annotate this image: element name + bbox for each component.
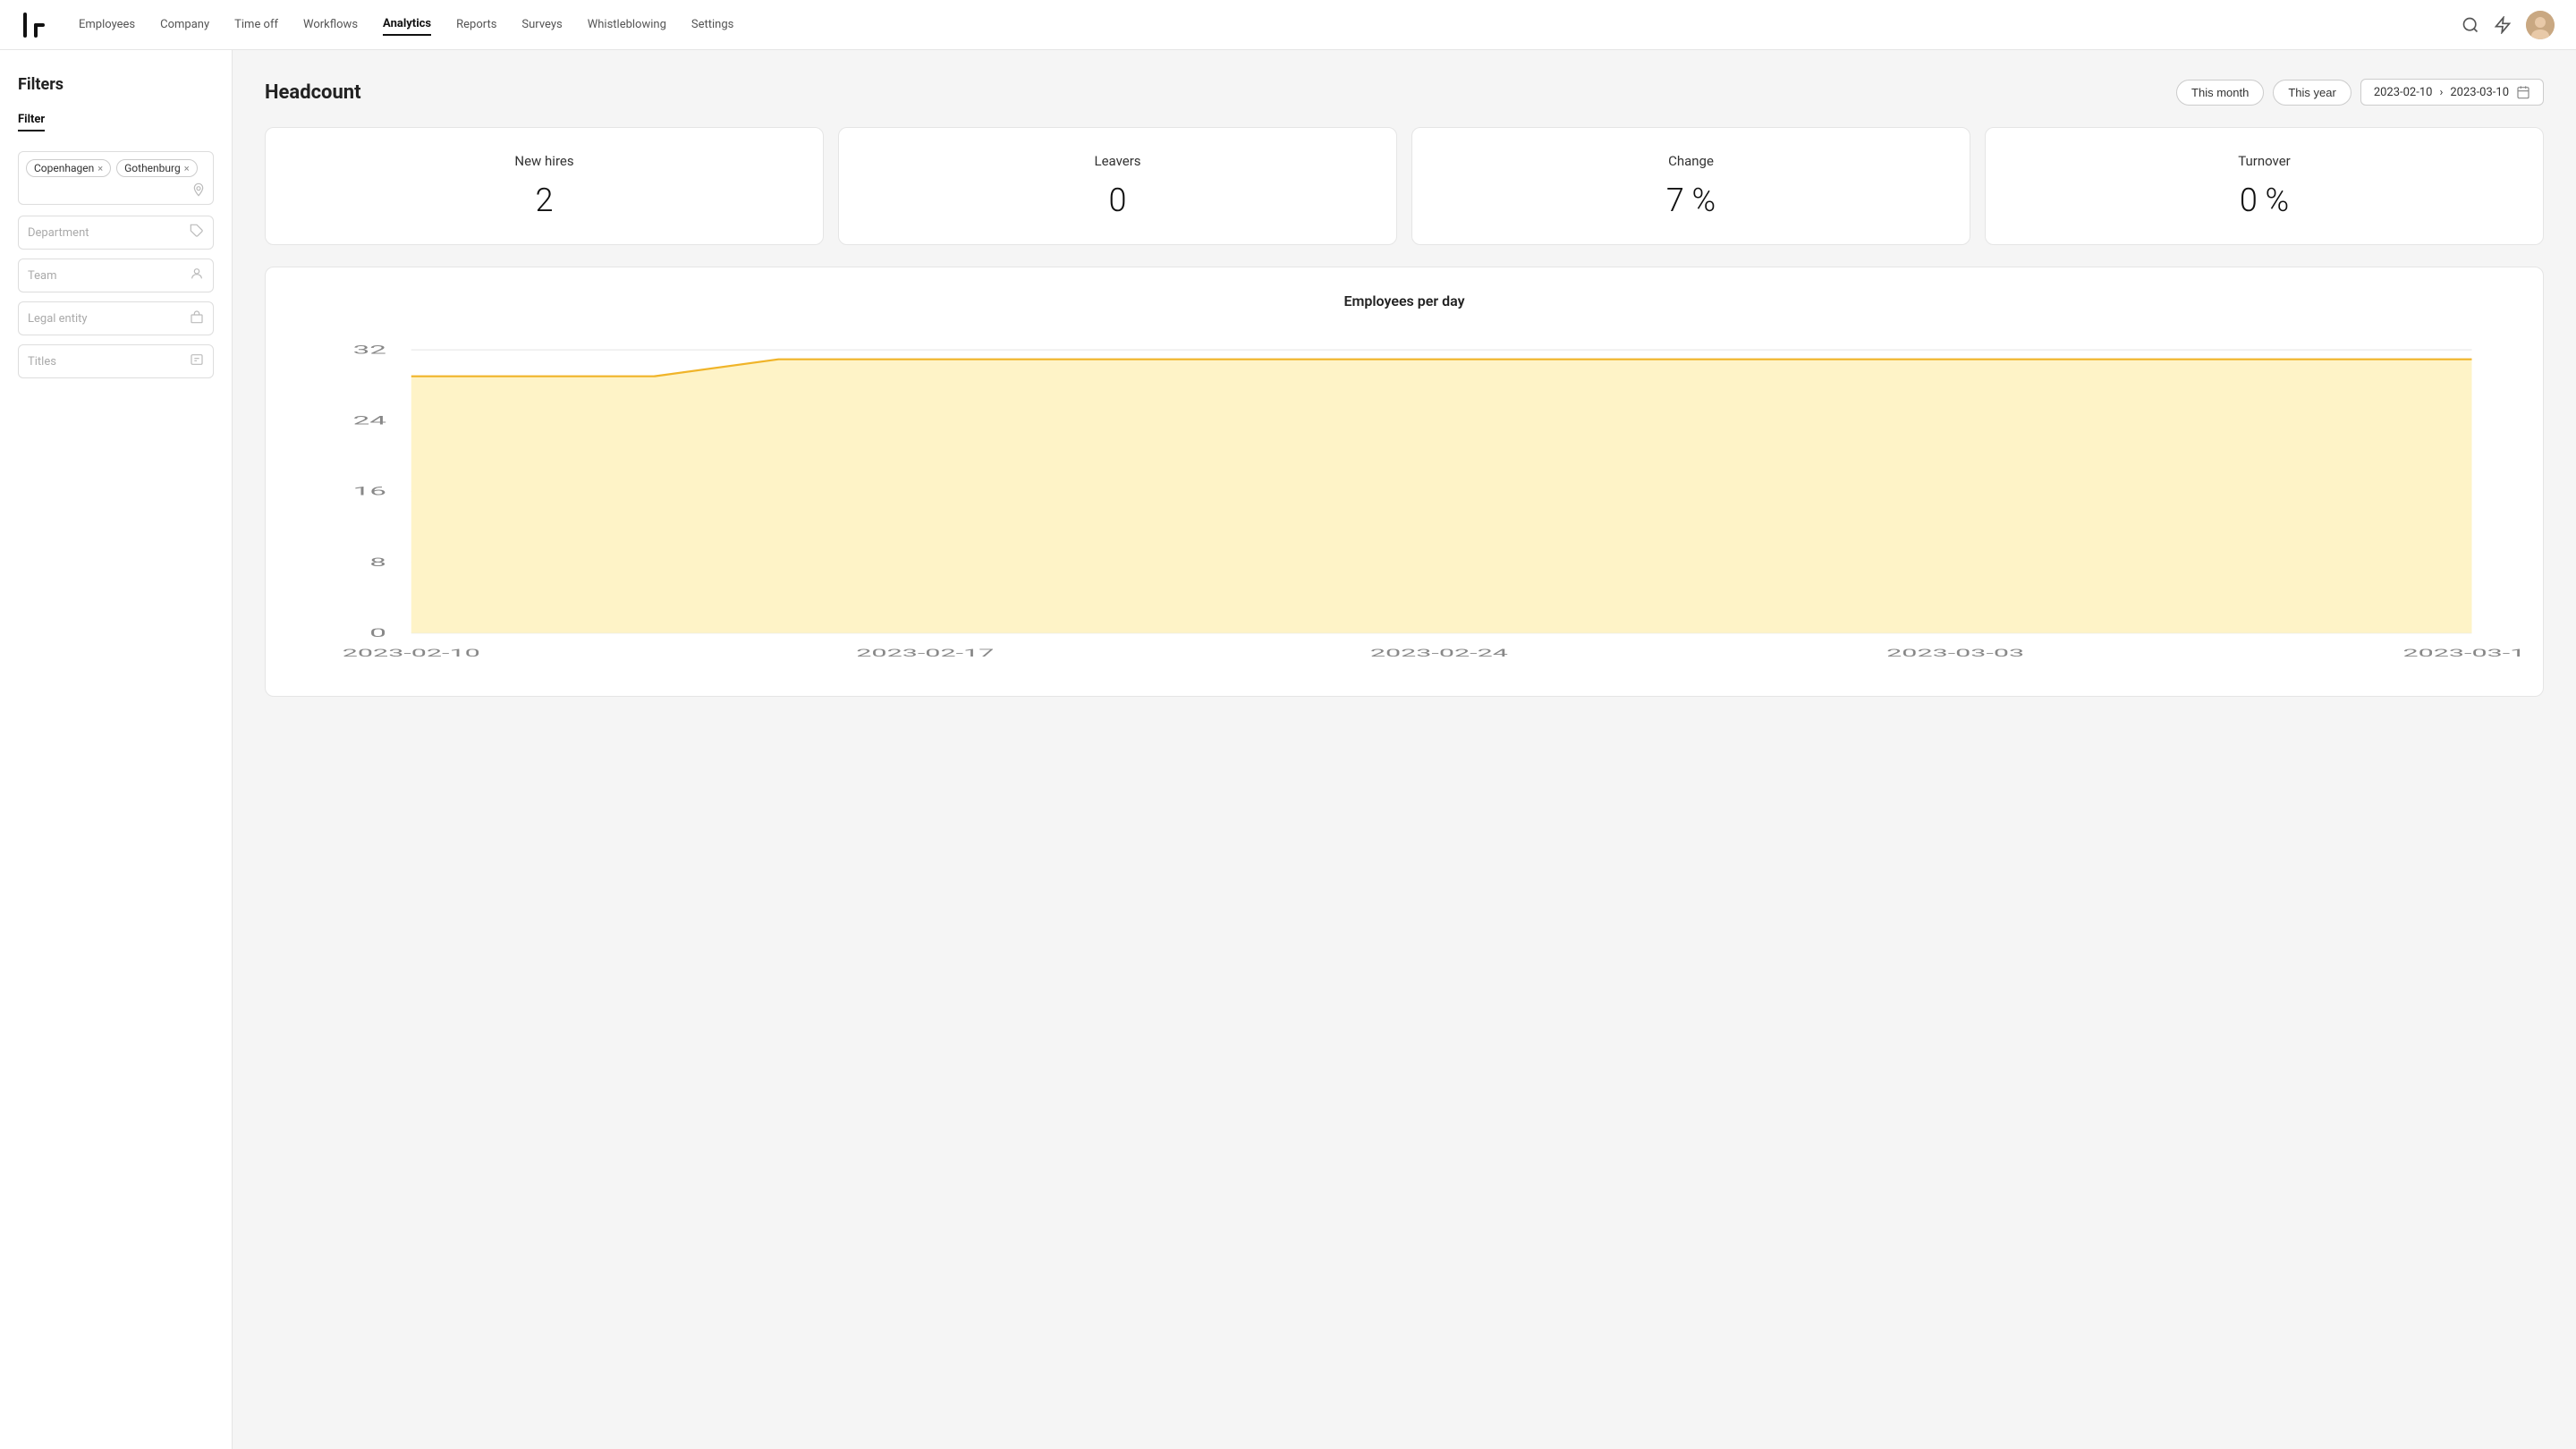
turnover-value: 0 % [2007, 182, 2521, 219]
stats-grid: New hires 2 Leavers 0 Change 7 % Turnove… [265, 127, 2544, 245]
svg-text:2023-02-17: 2023-02-17 [856, 648, 994, 660]
filter-label: Filter [18, 113, 45, 131]
filters-sidebar: Filters Filter Copenhagen × Gothenburg × [0, 50, 233, 1449]
new-hires-label: New hires [287, 153, 801, 169]
copenhagen-remove-icon[interactable]: × [97, 163, 103, 174]
main-content: Headcount This month This year 2023-02-1… [233, 50, 2576, 1449]
change-value: 7 % [1434, 182, 1948, 219]
location-icon [26, 182, 206, 197]
nav-links: Employees Company Time off Workflows Ana… [79, 13, 2433, 36]
svg-text:24: 24 [353, 414, 386, 428]
turnover-card: Turnover 0 % [1985, 127, 2544, 245]
svg-text:2023-03-03: 2023-03-03 [1886, 648, 2024, 660]
svg-text:2023-02-10: 2023-02-10 [343, 648, 480, 660]
headcount-header: Headcount This month This year 2023-02-1… [265, 79, 2544, 106]
department-icon [190, 224, 204, 242]
leavers-value: 0 [860, 182, 1375, 219]
copenhagen-tag[interactable]: Copenhagen × [26, 159, 111, 177]
leavers-label: Leavers [860, 153, 1375, 169]
nav-surveys[interactable]: Surveys [521, 14, 562, 35]
department-placeholder: Department [28, 226, 89, 240]
nav-whistleblowing[interactable]: Whistleblowing [588, 14, 666, 35]
svg-text:32: 32 [353, 343, 386, 357]
titles-placeholder: Titles [28, 355, 56, 369]
team-icon [190, 267, 204, 284]
date-range-separator: › [2439, 86, 2443, 99]
chart-area: 0 8 16 24 32 2023-02-10 2023-02-17 2023-… [287, 331, 2521, 671]
nav-employees[interactable]: Employees [79, 14, 135, 35]
headcount-controls: This month This year 2023-02-10 › 2023-0… [2176, 79, 2544, 106]
nav-reports[interactable]: Reports [456, 14, 496, 35]
calendar-icon [2516, 85, 2530, 99]
svg-text:0: 0 [369, 627, 386, 640]
change-label: Change [1434, 153, 1948, 169]
this-year-button[interactable]: This year [2273, 80, 2351, 106]
gothenburg-remove-icon[interactable]: × [184, 163, 190, 174]
chart-card: Employees per day 0 8 16 [265, 267, 2544, 697]
nav-workflows[interactable]: Workflows [303, 14, 358, 35]
titles-icon [190, 352, 204, 370]
app-logo[interactable] [21, 11, 50, 39]
headcount-title: Headcount [265, 81, 361, 104]
new-hires-card: New hires 2 [265, 127, 824, 245]
this-month-button[interactable]: This month [2176, 80, 2264, 106]
legal-entity-filter[interactable]: Legal entity [18, 301, 214, 335]
employees-per-day-chart: 0 8 16 24 32 2023-02-10 2023-02-17 2023-… [287, 331, 2521, 671]
nav-timeoff[interactable]: Time off [234, 14, 278, 35]
top-navigation: Employees Company Time off Workflows Ana… [0, 0, 2576, 50]
leavers-card: Leavers 0 [838, 127, 1397, 245]
date-to: 2023-03-10 [2450, 86, 2509, 99]
nav-company[interactable]: Company [160, 14, 209, 35]
svg-text:8: 8 [369, 556, 386, 570]
location-filter-box[interactable]: Copenhagen × Gothenburg × [18, 151, 214, 205]
nav-analytics[interactable]: Analytics [383, 13, 431, 36]
chart-title: Employees per day [287, 292, 2521, 309]
department-filter[interactable]: Department [18, 216, 214, 250]
lightning-icon[interactable] [2494, 16, 2512, 34]
new-hires-value: 2 [287, 182, 801, 219]
copenhagen-tag-label: Copenhagen [34, 162, 94, 174]
change-card: Change 7 % [1411, 127, 1970, 245]
nav-actions [2462, 11, 2555, 39]
nav-settings[interactable]: Settings [691, 14, 733, 35]
gothenburg-tag[interactable]: Gothenburg × [116, 159, 197, 177]
titles-filter[interactable]: Titles [18, 344, 214, 378]
legal-entity-placeholder: Legal entity [28, 312, 88, 326]
turnover-label: Turnover [2007, 153, 2521, 169]
user-avatar[interactable] [2526, 11, 2555, 39]
gothenburg-tag-label: Gothenburg [124, 162, 181, 174]
sidebar-title: Filters [18, 75, 214, 94]
svg-text:16: 16 [353, 486, 386, 499]
team-filter[interactable]: Team [18, 258, 214, 292]
date-range-picker[interactable]: 2023-02-10 › 2023-03-10 [2360, 79, 2544, 106]
svg-text:2023-02-24: 2023-02-24 [1370, 648, 1508, 660]
search-icon[interactable] [2462, 16, 2479, 34]
team-placeholder: Team [28, 269, 57, 283]
svg-text:2023-03-10: 2023-03-10 [2402, 648, 2521, 660]
main-layout: Filters Filter Copenhagen × Gothenburg × [0, 50, 2576, 1449]
date-from: 2023-02-10 [2374, 86, 2433, 99]
legal-entity-icon [190, 309, 204, 327]
